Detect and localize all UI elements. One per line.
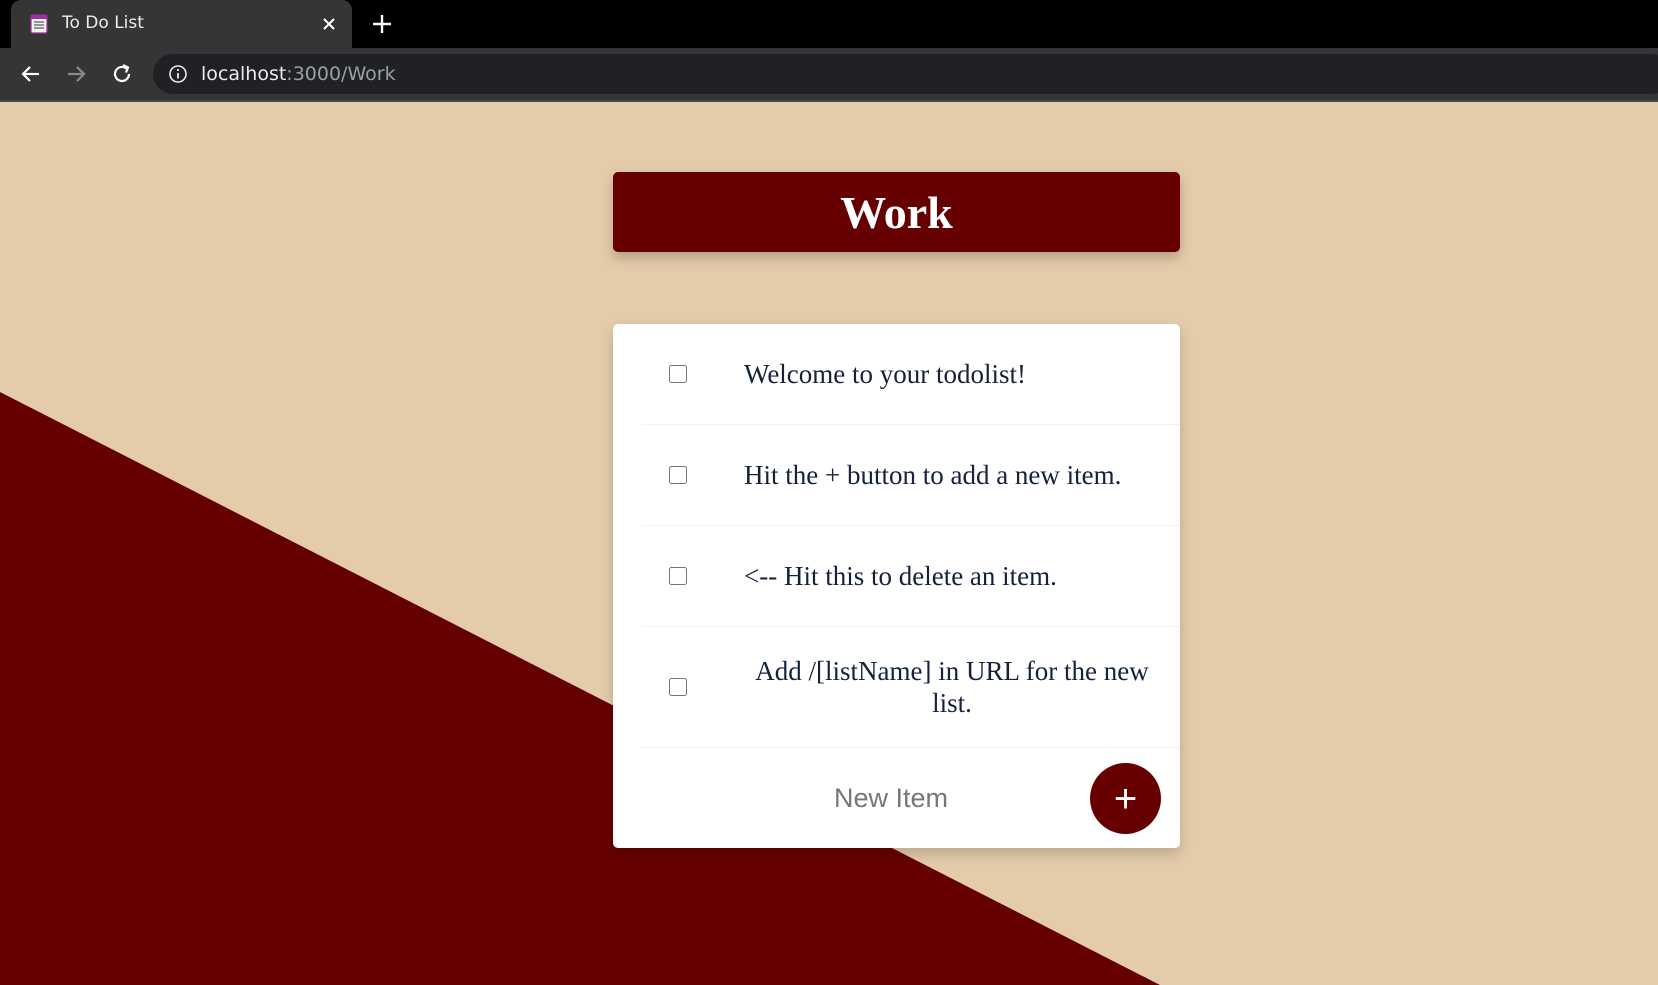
item-checkbox[interactable] <box>669 466 687 484</box>
url-text[interactable]: localhost:3000/Work <box>201 63 396 85</box>
back-arrow-icon[interactable] <box>18 61 44 87</box>
info-icon[interactable] <box>168 64 188 84</box>
tab-title: To Do List <box>62 13 144 33</box>
notepad-icon <box>30 14 48 34</box>
browser-tabstrip: To Do List <box>0 0 1658 48</box>
list-item: Welcome to your todolist! <box>641 324 1180 425</box>
new-item-form: + <box>641 748 1180 848</box>
add-item-button[interactable]: + <box>1090 763 1161 834</box>
new-item-input[interactable] <box>741 774 1041 822</box>
url-host: localhost <box>201 63 287 85</box>
browser-toolbar: localhost:3000/Work <box>0 48 1658 102</box>
item-checkbox[interactable] <box>669 678 687 696</box>
list-item: Add /[listName] in URL for the new list. <box>641 627 1180 748</box>
list-title-box: Work <box>613 172 1180 252</box>
item-text: Welcome to your todolist! <box>744 359 1027 389</box>
reload-icon[interactable] <box>109 61 135 87</box>
todo-card: Welcome to your todolist! Hit the + butt… <box>613 324 1180 848</box>
item-text: Hit the + button to add a new item. <box>744 460 1122 490</box>
forward-arrow-icon[interactable] <box>63 61 89 87</box>
item-checkbox[interactable] <box>669 365 687 383</box>
close-icon[interactable] <box>319 14 339 34</box>
plus-icon[interactable] <box>371 13 393 35</box>
list-item: <-- Hit this to delete an item. <box>641 526 1180 627</box>
item-text: Add /[listName] in URL for the new list. <box>755 656 1149 718</box>
url-path: :3000/Work <box>286 63 396 85</box>
list-title: Work <box>840 186 953 238</box>
address-bar[interactable]: localhost:3000/Work <box>153 54 1658 94</box>
item-checkbox[interactable] <box>669 567 687 585</box>
page-viewport: Work Welcome to your todolist! Hit the +… <box>0 102 1658 985</box>
item-text: <-- Hit this to delete an item. <box>744 561 1057 591</box>
browser-tab[interactable]: To Do List <box>11 0 352 48</box>
list-item: Hit the + button to add a new item. <box>641 425 1180 526</box>
